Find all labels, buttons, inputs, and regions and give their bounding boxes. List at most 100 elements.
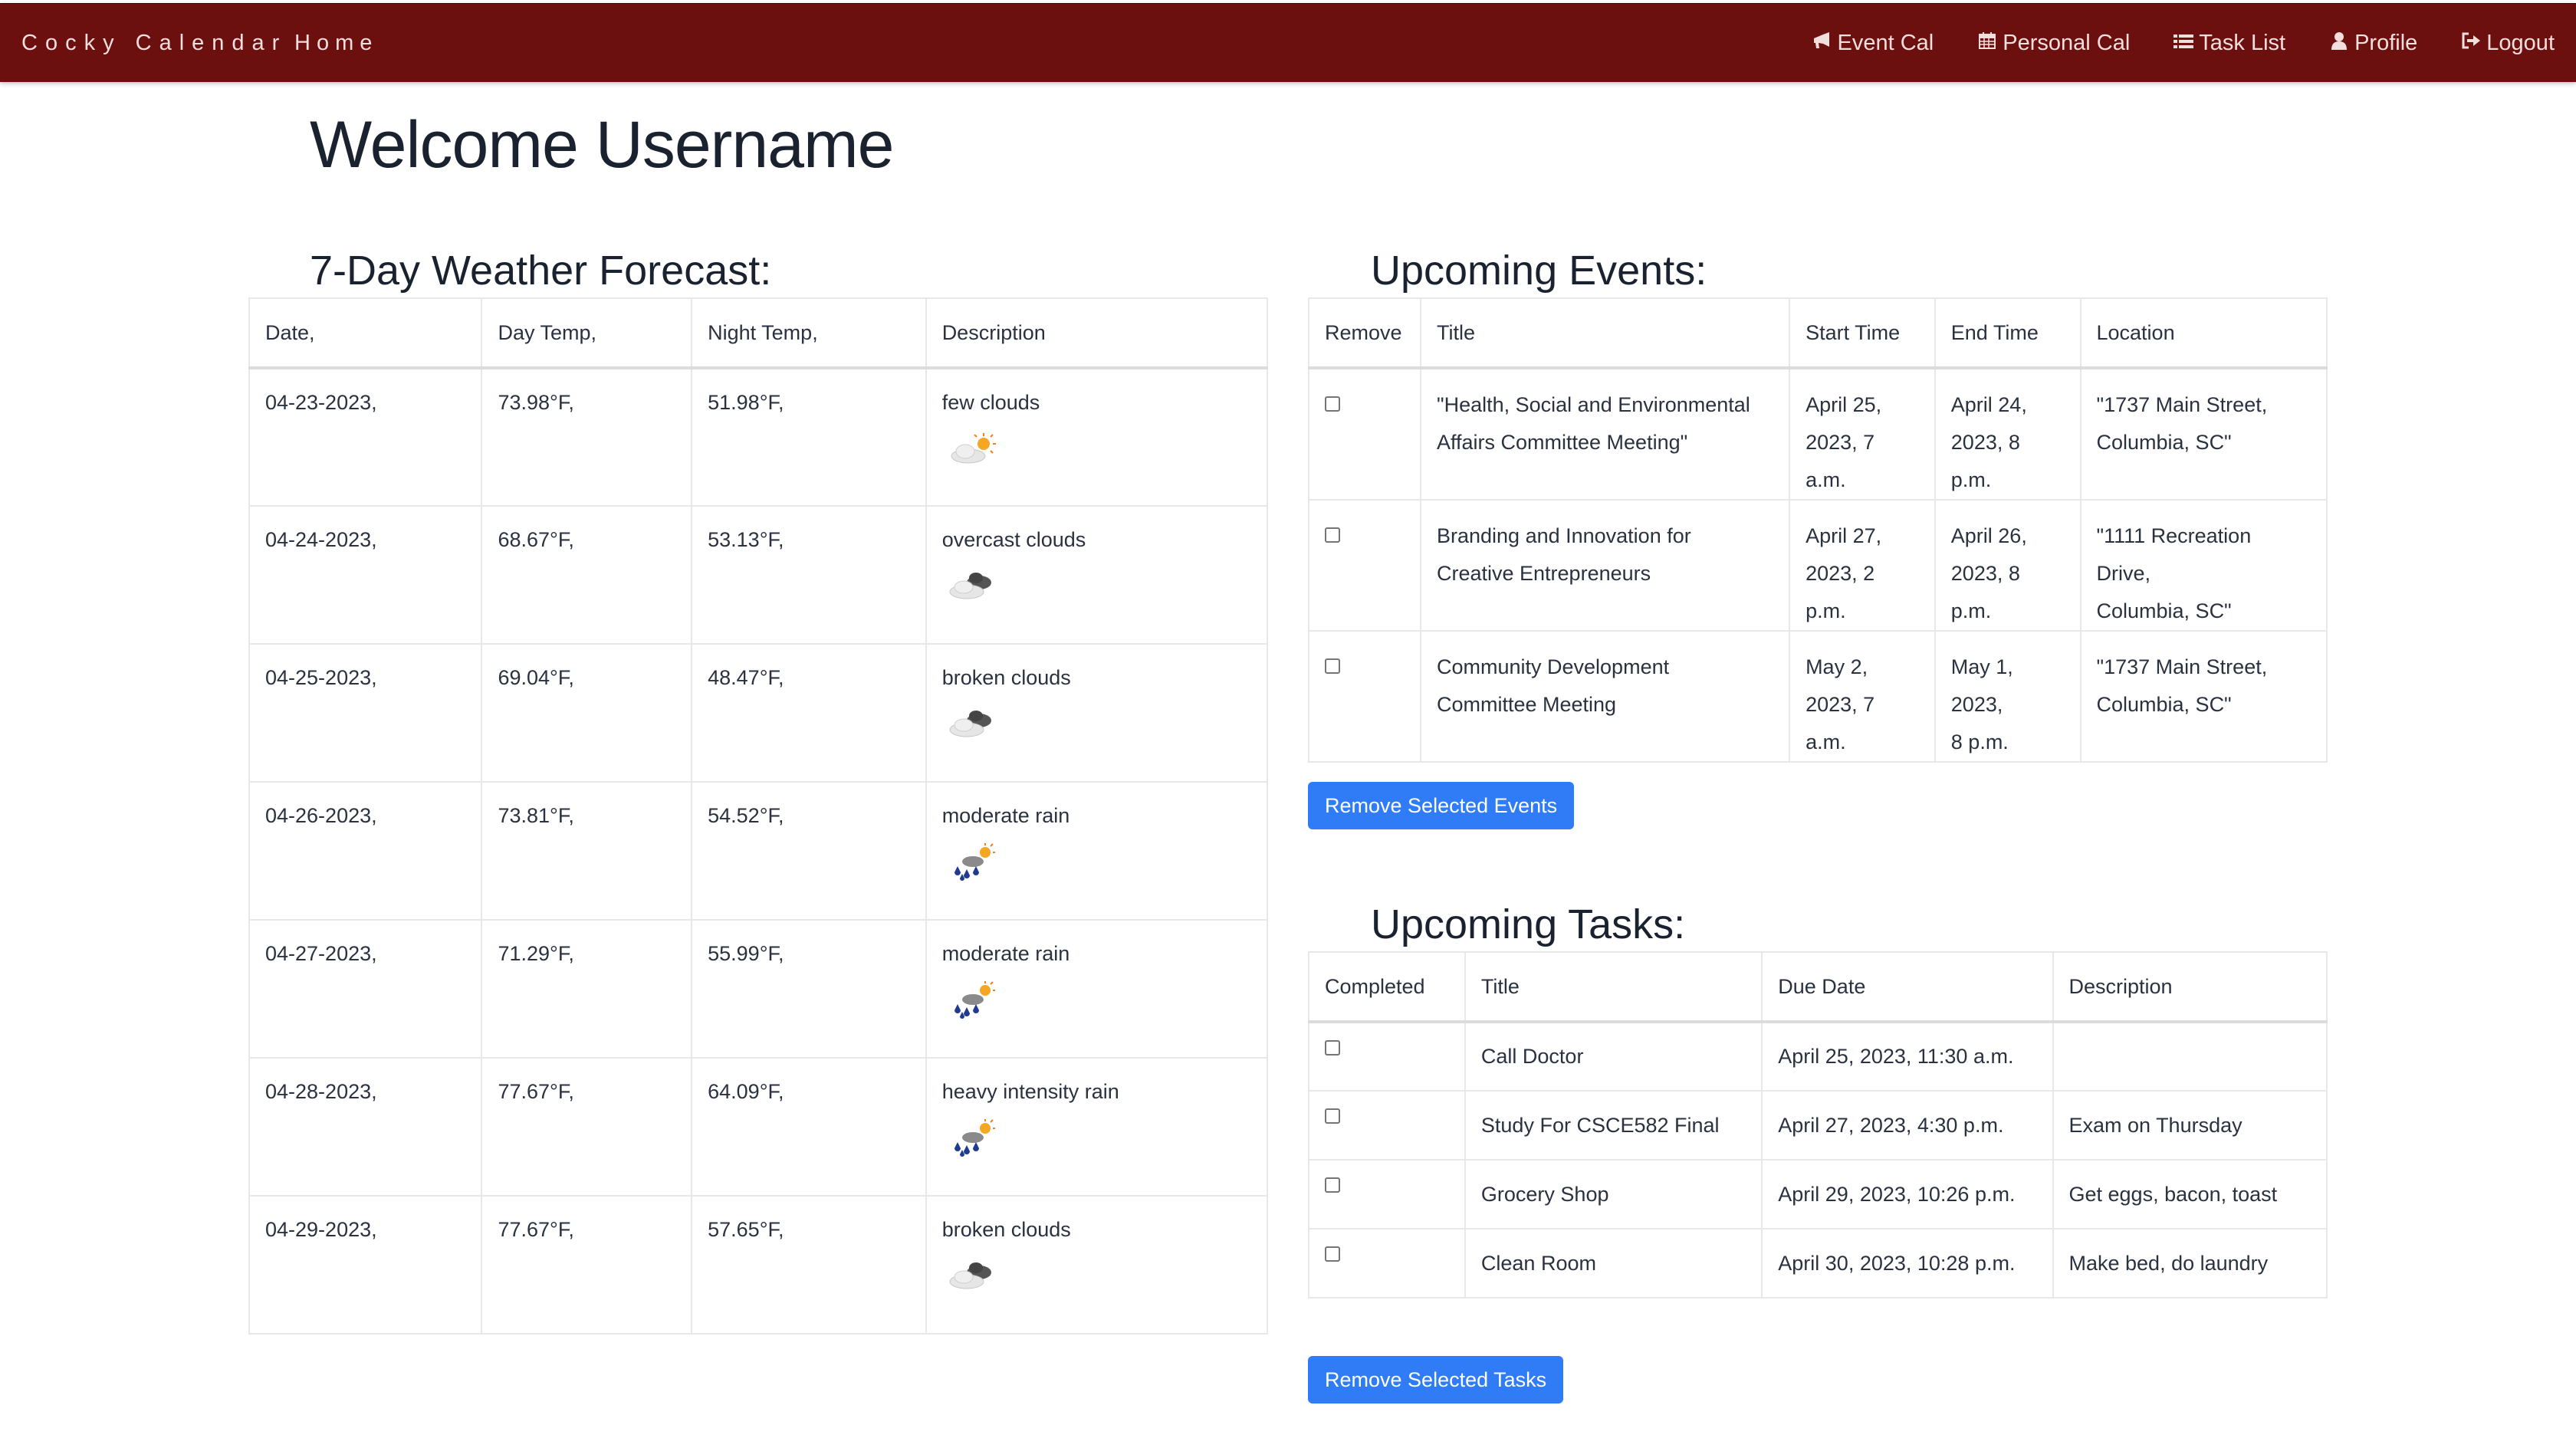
task-completed-checkbox[interactable] <box>1325 1177 1340 1193</box>
task-completed-checkbox[interactable] <box>1325 1246 1340 1262</box>
event-end-time: April 26, 2023, 8 p.m. <box>1934 499 2082 632</box>
event-row: "Health, Social and Environmental Affairs… <box>1308 367 2328 501</box>
event-title-line: Creative Entrepreneurs <box>1436 562 1651 585</box>
task-completed-cell <box>1308 1021 1466 1092</box>
nav-personal-cal[interactable]: Personal Cal <box>1976 31 2130 56</box>
event-remove-checkbox[interactable] <box>1325 527 1340 543</box>
event-end-line: May 1, 2023, <box>1950 655 2013 716</box>
weather-night-temp: 51.98°F, <box>691 367 927 507</box>
weather-row: 04-29-2023, 77.67°F, 57.65°F, broken clo… <box>248 1195 1269 1335</box>
brand-link[interactable]: Cocky Calendar <box>21 31 287 56</box>
navbar: Cocky Calendar Home Event Cal Personal C… <box>0 3 2576 82</box>
nav-home-link[interactable]: Home <box>294 31 378 56</box>
events-header-row: Remove Title Start Time End Time Locatio… <box>1308 297 2328 369</box>
nav-logout[interactable]: Logout <box>2460 31 2555 56</box>
task-title: Study For CSCE582 Final <box>1464 1090 1763 1161</box>
weather-night-temp: 55.99°F, <box>691 919 927 1059</box>
weather-day-temp: 77.67°F, <box>481 1195 693 1335</box>
event-end-time: April 24, 2023, 8 p.m. <box>1934 367 2082 501</box>
events-table: Remove Title Start Time End Time Locatio… <box>1308 297 2328 763</box>
tasks-header-completed: Completed <box>1308 951 1466 1023</box>
task-due-date: April 30, 2023, 10:28 p.m. <box>1761 1228 2054 1298</box>
events-header-remove: Remove <box>1308 297 1421 369</box>
weather-header-description: Description <box>925 297 1269 369</box>
event-remove-checkbox[interactable] <box>1325 658 1340 674</box>
logout-icon <box>2460 31 2482 55</box>
nav-logout-label: Logout <box>2486 30 2555 55</box>
broken-clouds-icon <box>949 1262 991 1289</box>
nav-event-cal[interactable]: Event Cal <box>1812 31 1934 56</box>
weather-description-cell: broken clouds <box>925 643 1269 783</box>
nav-profile[interactable]: Profile <box>2328 31 2417 56</box>
task-completed-checkbox[interactable] <box>1325 1039 1340 1056</box>
event-row: Community Development Committee Meeting M… <box>1308 630 2328 763</box>
event-title: Branding and Innovation for Creative Entr… <box>1419 499 1791 632</box>
event-title-line: Committee Meeting <box>1436 693 1617 716</box>
event-start-line: April 25, <box>1806 393 1882 416</box>
weather-row: 04-28-2023, 77.67°F, 64.09°F, heavy inte… <box>248 1057 1269 1197</box>
weather-date: 04-27-2023, <box>248 919 483 1059</box>
event-remove-cell <box>1308 367 1421 501</box>
event-title-line: Community Development <box>1436 655 1670 678</box>
task-completed-checkbox[interactable] <box>1325 1108 1340 1124</box>
weather-night-temp: 53.13°F, <box>691 505 927 645</box>
weather-description: few clouds <box>941 391 1040 414</box>
weather-row: 04-26-2023, 73.81°F, 54.52°F, moderate r… <box>248 781 1269 921</box>
tasks-heading: Upcoming Tasks: <box>1371 901 1686 947</box>
weather-night-temp: 64.09°F, <box>691 1057 927 1197</box>
weather-description-cell: moderate rain <box>925 919 1269 1059</box>
weather-description: overcast clouds <box>941 528 1086 551</box>
list-icon <box>2173 31 2194 55</box>
task-completed-cell <box>1308 1159 1466 1230</box>
user-icon <box>2328 31 2350 55</box>
weather-date: 04-28-2023, <box>248 1057 483 1197</box>
event-start-line: April 27, <box>1806 524 1882 547</box>
weather-date: 04-26-2023, <box>248 781 483 921</box>
remove-selected-events-button[interactable]: Remove Selected Events <box>1308 782 1575 829</box>
event-title: "Health, Social and Environmental Affairs… <box>1419 367 1791 501</box>
weather-day-temp: 69.04°F, <box>481 643 693 783</box>
weather-row: 04-24-2023, 68.67°F, 53.13°F, overcast c… <box>248 505 1269 645</box>
events-header-start-time: Start Time <box>1789 297 1936 369</box>
event-start-time: May 2, 2023, 7 a.m. <box>1789 630 1936 763</box>
rain-icon <box>954 1119 995 1157</box>
event-remove-checkbox[interactable] <box>1325 396 1340 412</box>
event-row: Branding and Innovation for Creative Entr… <box>1308 499 2328 632</box>
remove-selected-tasks-button[interactable]: Remove Selected Tasks <box>1308 1356 1564 1404</box>
nav-profile-label: Profile <box>2354 30 2418 55</box>
task-row: Study For CSCE582 Final April 27, 2023, … <box>1308 1090 2328 1161</box>
weather-description: broken clouds <box>941 1218 1071 1241</box>
tasks-header-title: Title <box>1464 951 1763 1023</box>
event-start-time: April 25, 2023, 7 a.m. <box>1789 367 1936 501</box>
nav-right-menu: Event Cal Personal Cal Task List Profile… <box>1812 31 2555 56</box>
task-row: Grocery Shop April 29, 2023, 10:26 p.m. … <box>1308 1159 2328 1230</box>
weather-header-date: Date, <box>248 297 483 369</box>
tasks-header-row: Completed Title Due Date Description <box>1308 951 2328 1023</box>
rain-icon <box>954 981 995 1019</box>
task-row: Call Doctor April 25, 2023, 11:30 a.m. <box>1308 1021 2328 1092</box>
event-location: "1737 Main Street, Columbia, SC" <box>2079 630 2328 763</box>
nav-personal-cal-label: Personal Cal <box>2003 30 2131 55</box>
task-description: Exam on Thursday <box>2052 1090 2328 1161</box>
task-completed-cell <box>1308 1090 1466 1161</box>
nav-task-list[interactable]: Task List <box>2173 31 2285 56</box>
weather-row: 04-25-2023, 69.04°F, 48.47°F, broken clo… <box>248 643 1269 783</box>
task-description <box>2052 1021 2328 1092</box>
nav-event-cal-label: Event Cal <box>1837 30 1934 55</box>
weather-description-cell: moderate rain <box>925 781 1269 921</box>
task-due-date: April 25, 2023, 11:30 a.m. <box>1761 1021 2054 1092</box>
weather-row: 04-27-2023, 71.29°F, 55.99°F, moderate r… <box>248 919 1269 1059</box>
event-title-line: Branding and Innovation for <box>1436 524 1691 547</box>
events-header-title: Title <box>1419 297 1791 369</box>
event-title: Community Development Committee Meeting <box>1419 630 1791 763</box>
weather-row: 04-23-2023, 73.98°F, 51.98°F, few clouds <box>248 367 1269 507</box>
tasks-header-description: Description <box>2052 951 2328 1023</box>
event-remove-cell <box>1308 630 1421 763</box>
events-header-location: Location <box>2079 297 2328 369</box>
event-end-line: 2023, 8 p.m. <box>1950 431 2020 491</box>
event-start-line: 2023, 7 a.m. <box>1806 693 1875 753</box>
event-location-line: "1737 Main Street, <box>2096 655 2268 678</box>
event-location-line: Columbia, SC" <box>2096 693 2232 716</box>
overcast-clouds-icon <box>949 573 991 599</box>
event-location: "1111 Recreation Drive, Columbia, SC" <box>2079 499 2328 632</box>
